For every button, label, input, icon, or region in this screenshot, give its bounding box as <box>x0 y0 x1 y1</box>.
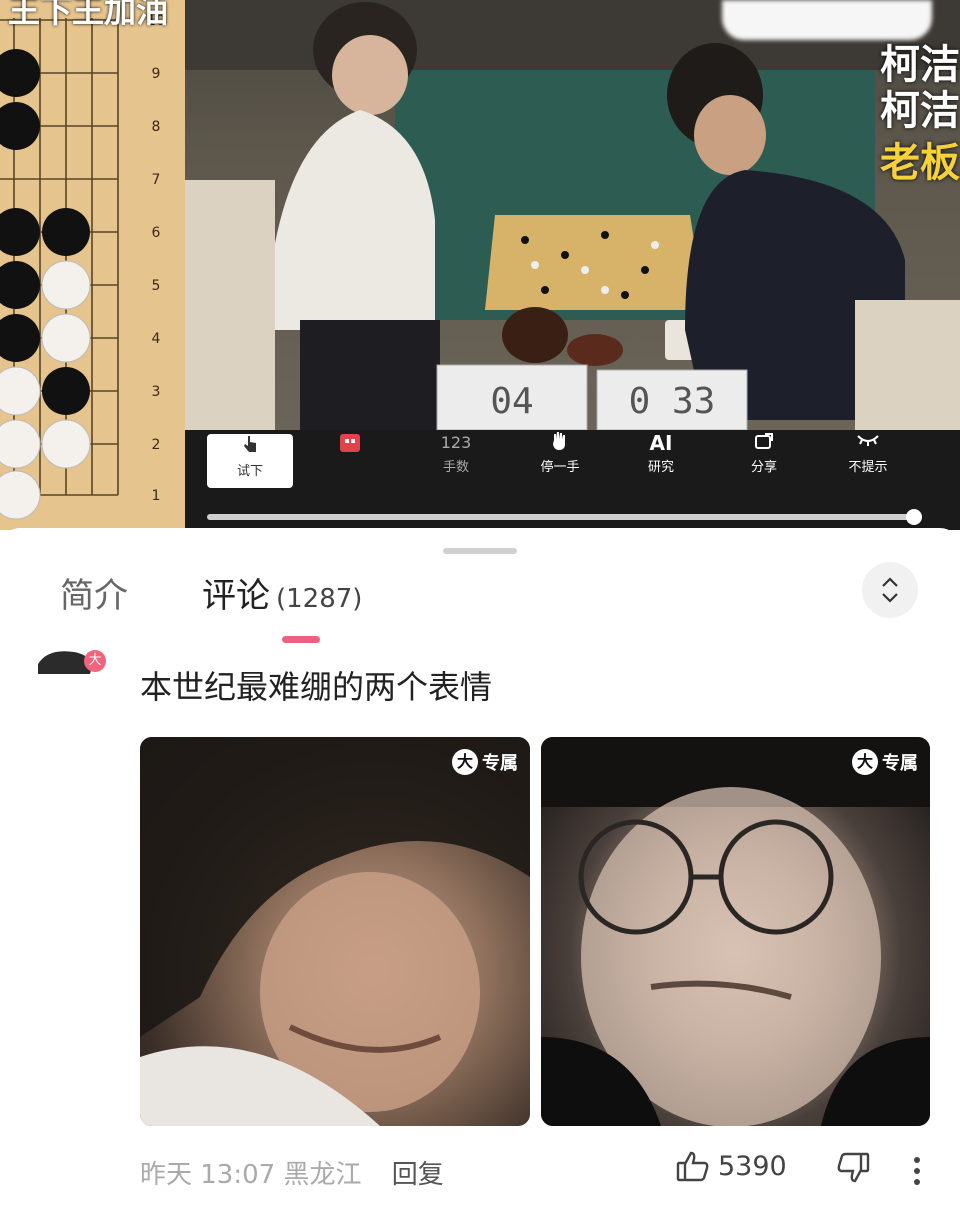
row-label: 1 <box>152 488 161 504</box>
exclusive-badge: 大 专属 <box>852 749 918 775</box>
tab-comments[interactable]: 评论 (1287) <box>202 568 362 617</box>
sort-chevrons-icon <box>882 577 898 603</box>
side-caption-3: 老板 <box>880 140 960 186</box>
hand-pointer-icon <box>207 434 293 460</box>
ai-icon: AI <box>649 431 673 455</box>
tool-label: 手数 <box>442 460 469 475</box>
row-label: 3 <box>152 384 161 400</box>
overlay-title: 王下王加油 <box>8 0 169 30</box>
123-icon: 123 <box>440 433 472 452</box>
tool-box-button[interactable] <box>307 430 393 490</box>
video-scene: 04 0 33 <box>185 0 960 430</box>
tool-label: 试下 <box>236 464 263 479</box>
tool-pass-button[interactable]: 停一手 <box>517 430 603 490</box>
hand-stop-icon <box>517 430 603 456</box>
share-icon <box>721 430 807 456</box>
avatar-badge: 大 <box>84 650 106 672</box>
comment-image-1[interactable]: 大 专属 <box>140 737 530 1126</box>
tab-comments-label: 评论 <box>202 576 270 616</box>
row-label: 4 <box>152 331 161 347</box>
active-tab-indicator <box>282 636 320 643</box>
video-frame[interactable]: 04 0 33 柯洁 柯洁 老板 <box>185 0 960 430</box>
more-vertical-icon <box>914 1157 920 1185</box>
tool-label: 研究 <box>647 460 674 475</box>
photo-face-1 <box>140 737 530 1126</box>
sheet-drag-handle[interactable] <box>443 548 517 554</box>
comment-meta: 昨天 13:07 黑龙江 回复 <box>140 1154 444 1191</box>
tool-label: 停一手 <box>540 460 580 475</box>
comment-time: 昨天 13:07 <box>140 1160 276 1190</box>
row-label: 7 <box>152 172 161 188</box>
like-button[interactable]: 5390 <box>676 1150 787 1182</box>
progress-knob[interactable] <box>906 509 922 525</box>
badge-label: 专属 <box>482 753 518 774</box>
comments-sheet: 简介 评论 (1287) 大 本世纪最难绷的两个表情 大 专属 大 专属 昨天 … <box>0 528 960 1215</box>
clock-left-text: 04 <box>490 381 533 422</box>
tool-ai-button[interactable]: AI 研究 <box>618 430 704 490</box>
board-toolbar: 试下 123 手数 停一手 AI 研究 分享 不提示 <box>185 430 960 530</box>
tool-try-button[interactable]: 试下 <box>207 434 293 488</box>
reply-button[interactable]: 回复 <box>392 1160 444 1190</box>
dislike-button[interactable] <box>836 1152 870 1188</box>
eye-closed-icon <box>825 430 911 456</box>
box-icon <box>307 430 393 456</box>
comment-location: 黑龙江 <box>283 1160 362 1190</box>
tab-intro[interactable]: 简介 <box>60 568 128 617</box>
comment-image-2[interactable]: 大 专属 <box>541 737 930 1126</box>
photo-face-2 <box>541 737 930 1126</box>
like-count: 5390 <box>718 1150 787 1182</box>
tool-no-hint-button[interactable]: 不提示 <box>825 430 911 490</box>
go-board[interactable]: 10 9 8 7 6 5 4 3 2 1 王下王加油 <box>0 0 185 530</box>
tool-label: 分享 <box>750 460 777 475</box>
tool-share-button[interactable]: 分享 <box>721 430 807 490</box>
row-label: 6 <box>152 225 161 241</box>
video-area: 10 9 8 7 6 5 4 3 2 1 王下王加油 04 0 33 柯洁 柯洁… <box>0 0 960 530</box>
board-grid: 10 9 8 7 6 5 4 3 2 1 <box>0 13 165 520</box>
big-icon: 大 <box>852 749 878 775</box>
clock-right-text: 0 33 <box>629 381 716 422</box>
progress-slider[interactable] <box>207 509 922 525</box>
side-caption-2: 柯洁 <box>880 88 960 134</box>
row-label: 9 <box>152 66 161 82</box>
comment-text: 本世纪最难绷的两个表情 <box>140 668 493 706</box>
row-label: 8 <box>152 119 161 135</box>
big-icon: 大 <box>452 749 478 775</box>
thumbs-down-icon <box>837 1152 870 1183</box>
row-label: 5 <box>152 278 161 294</box>
tool-moves-button[interactable]: 123 手数 <box>413 430 499 490</box>
badge-label: 专属 <box>882 753 918 774</box>
comments-count: (1287) <box>276 584 363 614</box>
row-label: 2 <box>152 437 161 453</box>
thumbs-up-icon <box>676 1151 709 1182</box>
sort-button[interactable] <box>862 562 918 618</box>
tool-label: 不提示 <box>848 460 888 475</box>
exclusive-badge: 大 专属 <box>452 749 518 775</box>
more-options-button[interactable] <box>912 1156 922 1190</box>
